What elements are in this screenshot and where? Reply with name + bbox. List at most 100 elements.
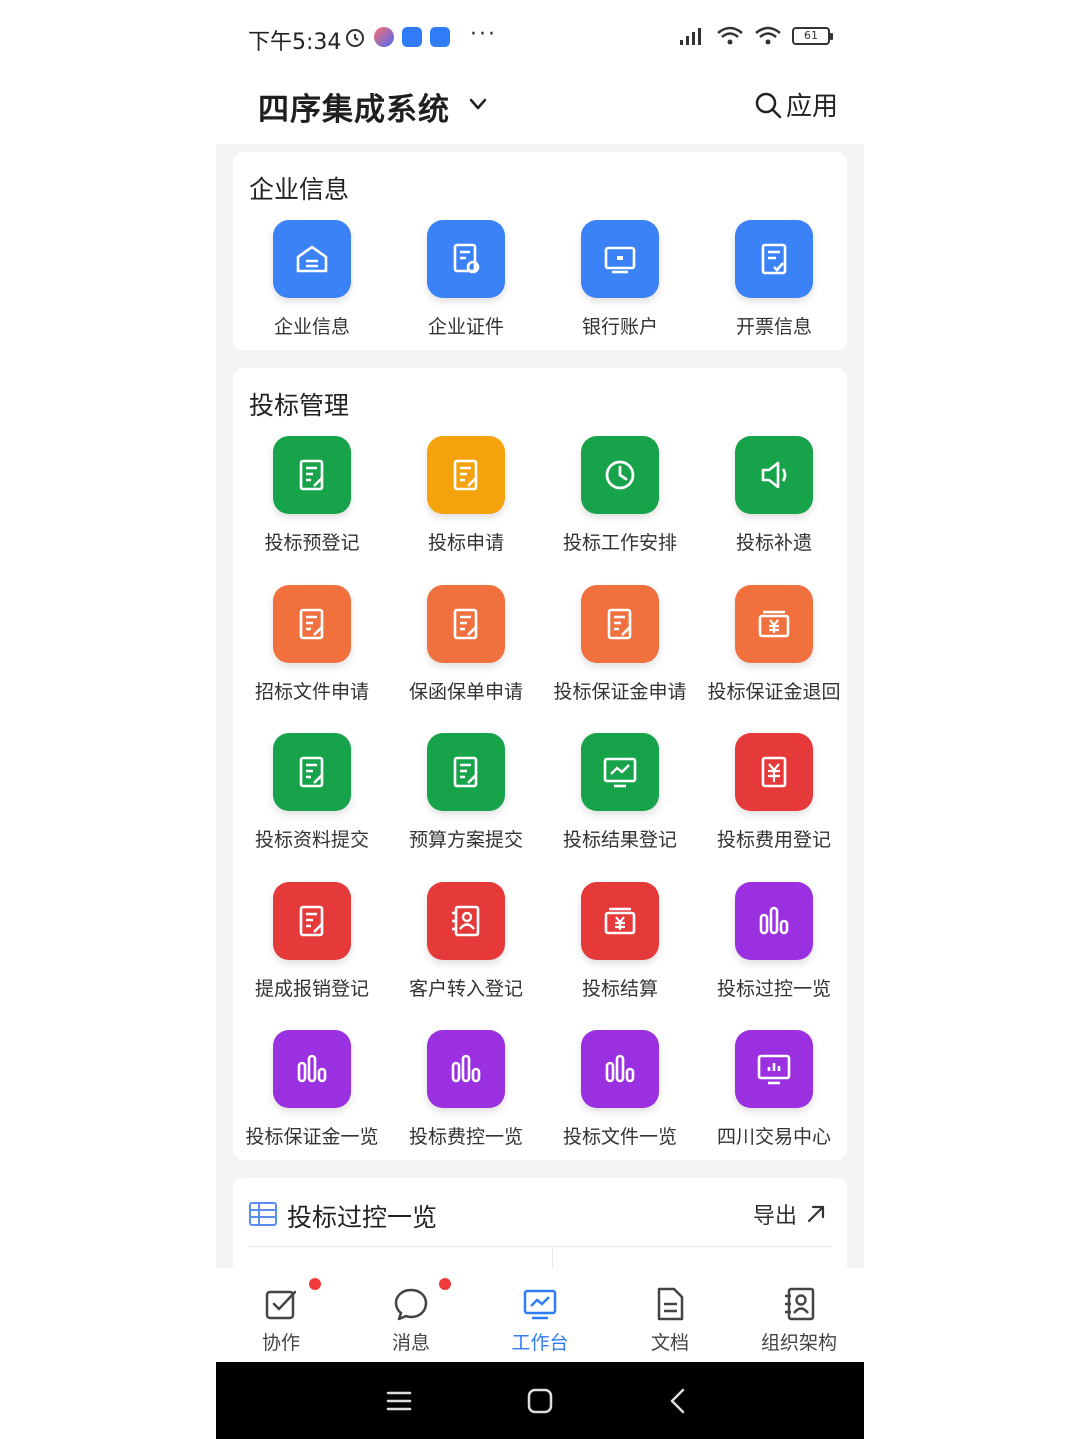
app-tile[interactable] — [427, 733, 505, 811]
app-label: 开票信息 — [735, 316, 812, 338]
app-tile[interactable] — [581, 220, 659, 298]
app-tile[interactable] — [735, 881, 813, 960]
app-tile[interactable] — [427, 436, 505, 514]
search-icon — [755, 92, 782, 118]
bidding-app-item[interactable]: 投标保证金退回 — [697, 584, 851, 715]
invoice-icon — [761, 243, 787, 275]
app-tile[interactable] — [735, 584, 813, 663]
bidding-app-item[interactable]: 投标费用登记 — [697, 733, 851, 863]
bidding-app-item[interactable]: 预算方案提交 — [389, 733, 543, 863]
yuan-ticket-icon — [761, 756, 787, 788]
bidding-app-item[interactable]: 客户转入登记 — [389, 881, 543, 1012]
screen-chart-icon — [757, 1054, 791, 1085]
app-tile[interactable] — [581, 1030, 659, 1108]
app-label: 投标资料提交 — [254, 829, 369, 851]
app-label: 投标工作安排 — [562, 532, 677, 554]
company-app-item[interactable]: 企业证件 — [389, 220, 543, 350]
bidding-app-item[interactable]: 投标费控一览 — [389, 1030, 543, 1160]
app-label: 客户转入登记 — [408, 977, 523, 1000]
chevron-down-icon[interactable] — [468, 94, 488, 114]
app-search-button[interactable]: 应用 — [754, 86, 838, 123]
document-edit-icon — [299, 905, 324, 936]
app-header: 四序集成系统 应用 — [216, 72, 864, 144]
app-tile[interactable] — [273, 1030, 351, 1108]
tab-item[interactable]: 消息 — [361, 1278, 461, 1358]
app-label: 投标补遗 — [735, 532, 812, 554]
tab-label: 文档 — [650, 1332, 689, 1354]
app-tile[interactable] — [427, 1030, 505, 1108]
app-tile[interactable] — [735, 1030, 813, 1108]
app-notification-icon — [402, 27, 422, 47]
document-edit-icon — [607, 608, 632, 639]
notification-badge — [439, 1278, 451, 1290]
app-tile[interactable] — [581, 733, 659, 811]
app-label: 投标费控一览 — [408, 1126, 523, 1148]
app-tile[interactable] — [581, 436, 659, 514]
battery-icon: 61 — [792, 27, 833, 45]
bidding-management-card: 投标管理 投标预登记 投标申请 投标工作安排 投标补遗 招标文件申请 保函保单申请 投标保证… — [233, 368, 847, 1160]
clock-icon — [605, 460, 635, 490]
app-tile[interactable] — [581, 584, 659, 663]
app-label: 招标文件申请 — [254, 680, 369, 703]
app-label: 预算方案提交 — [408, 829, 523, 851]
company-app-item[interactable]: 企业信息 — [235, 220, 389, 350]
bidding-app-item[interactable]: 投标申请 — [389, 436, 543, 566]
app-tile[interactable] — [273, 881, 351, 960]
tab-item[interactable]: 工作台 — [490, 1284, 590, 1358]
phone-screen: 下午5:34 ··· 61 四序集成系统 应用 企业信息 企业信息 企业证件 银行账… — [216, 0, 864, 1439]
app-tile[interactable] — [273, 436, 351, 514]
bidding-app-item[interactable]: 投标结算 — [543, 881, 697, 1012]
app-tile[interactable] — [273, 584, 351, 663]
bidding-app-item[interactable]: 投标预登记 — [235, 436, 389, 566]
company-app-item[interactable]: 开票信息 — [697, 220, 851, 350]
bidding-app-item[interactable]: 投标工作安排 — [543, 436, 697, 566]
app-title[interactable]: 四序集成系统 — [258, 84, 450, 129]
bidding-app-item[interactable]: 投标过控一览 — [697, 881, 851, 1012]
back-icon[interactable] — [668, 1388, 688, 1414]
app-tile[interactable] — [427, 881, 505, 960]
app-tile[interactable] — [427, 584, 505, 663]
tab-item[interactable]: 组织架构 — [749, 1284, 849, 1358]
bidding-app-item[interactable]: 招标文件申请 — [235, 584, 389, 715]
bidding-app-item[interactable]: 投标保证金申请 — [543, 584, 697, 715]
bidding-app-item[interactable]: 投标补遗 — [697, 436, 851, 566]
bank-card-icon — [604, 246, 636, 274]
app-label: 投标预登记 — [264, 532, 360, 554]
wifi-icon — [717, 26, 743, 45]
bidding-app-item[interactable]: 投标资料提交 — [235, 733, 389, 863]
app-tile[interactable] — [427, 220, 505, 298]
bottom-tab-bar: 协作 消息 工作台 文档 组织架构 — [216, 1268, 864, 1362]
bidding-app-item[interactable]: 投标文件一览 — [543, 1030, 697, 1160]
app-tile[interactable] — [735, 436, 813, 514]
alarm-icon — [346, 29, 364, 47]
company-app-item[interactable]: 银行账户 — [543, 220, 697, 350]
house-icon — [296, 245, 328, 273]
app-tile[interactable] — [735, 220, 813, 298]
bidding-app-item[interactable]: 投标结果登记 — [543, 733, 697, 863]
tab-item[interactable]: 协作 — [231, 1278, 331, 1358]
app-label: 投标结算 — [581, 977, 658, 1000]
monitor-chart-icon — [603, 757, 637, 788]
wifi-icon — [755, 26, 781, 45]
app-tile[interactable] — [735, 733, 813, 811]
contact-book-icon — [452, 905, 480, 936]
checkbox-icon — [265, 1290, 297, 1320]
app-label: 投标结果登记 — [562, 829, 677, 851]
system-navigation-bar — [216, 1362, 864, 1439]
app-label: 企业信息 — [273, 316, 350, 338]
document-edit-icon — [453, 459, 478, 491]
tab-item[interactable]: 文档 — [620, 1284, 720, 1358]
contacts-icon — [785, 1287, 815, 1321]
export-button[interactable]: 导出 — [753, 1198, 827, 1230]
app-tile[interactable] — [273, 220, 351, 298]
bidding-app-item[interactable]: 提成报销登记 — [235, 881, 389, 1012]
app-tile[interactable] — [581, 881, 659, 960]
bidding-app-item[interactable]: 四川交易中心 — [697, 1030, 851, 1160]
recent-apps-icon[interactable] — [386, 1390, 412, 1412]
chat-bubble-icon — [394, 1288, 428, 1321]
document-edit-icon — [299, 608, 324, 639]
app-tile[interactable] — [273, 733, 351, 811]
bidding-app-item[interactable]: 保函保单申请 — [389, 584, 543, 715]
home-icon[interactable] — [527, 1388, 553, 1414]
bidding-app-item[interactable]: 投标保证金一览 — [235, 1030, 389, 1160]
